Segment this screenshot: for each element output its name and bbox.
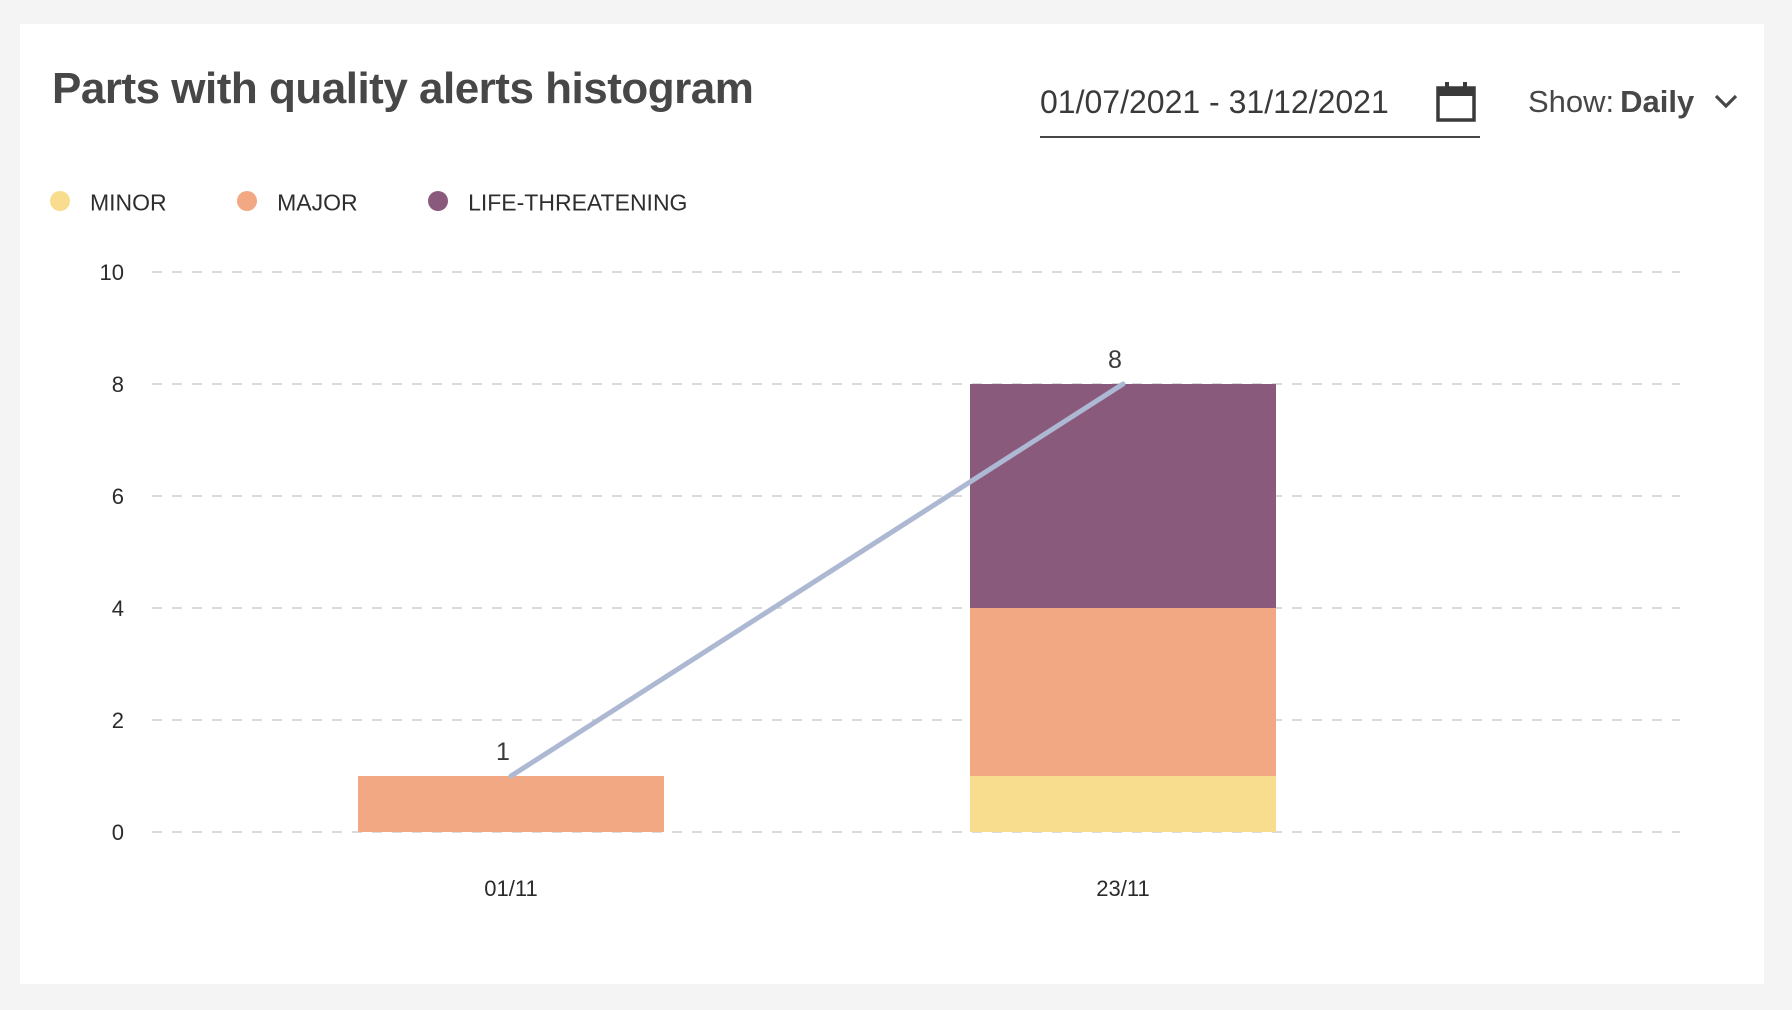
histogram-chart: 0 2 4 6 8 10 01/11 23/11 1 8 [100, 260, 1680, 901]
bar-segment [970, 608, 1276, 776]
x-tick-label: 23/11 [1096, 876, 1149, 901]
bar-segment [970, 776, 1276, 832]
x-tick-label: 01/11 [484, 876, 537, 901]
y-tick-label: 10 [100, 260, 124, 285]
chart-card: Parts with quality alerts histogram 01/0… [20, 24, 1764, 984]
y-tick-label: 2 [112, 708, 124, 733]
y-tick-label: 0 [112, 820, 124, 845]
y-tick-label: 8 [112, 372, 124, 397]
y-tick-label: 4 [112, 596, 124, 621]
bar-total-label: 8 [1108, 346, 1122, 374]
y-tick-label: 6 [112, 484, 124, 509]
bar-segment [358, 776, 664, 832]
bar-total-label: 1 [496, 738, 510, 766]
bar-segment [970, 384, 1276, 608]
